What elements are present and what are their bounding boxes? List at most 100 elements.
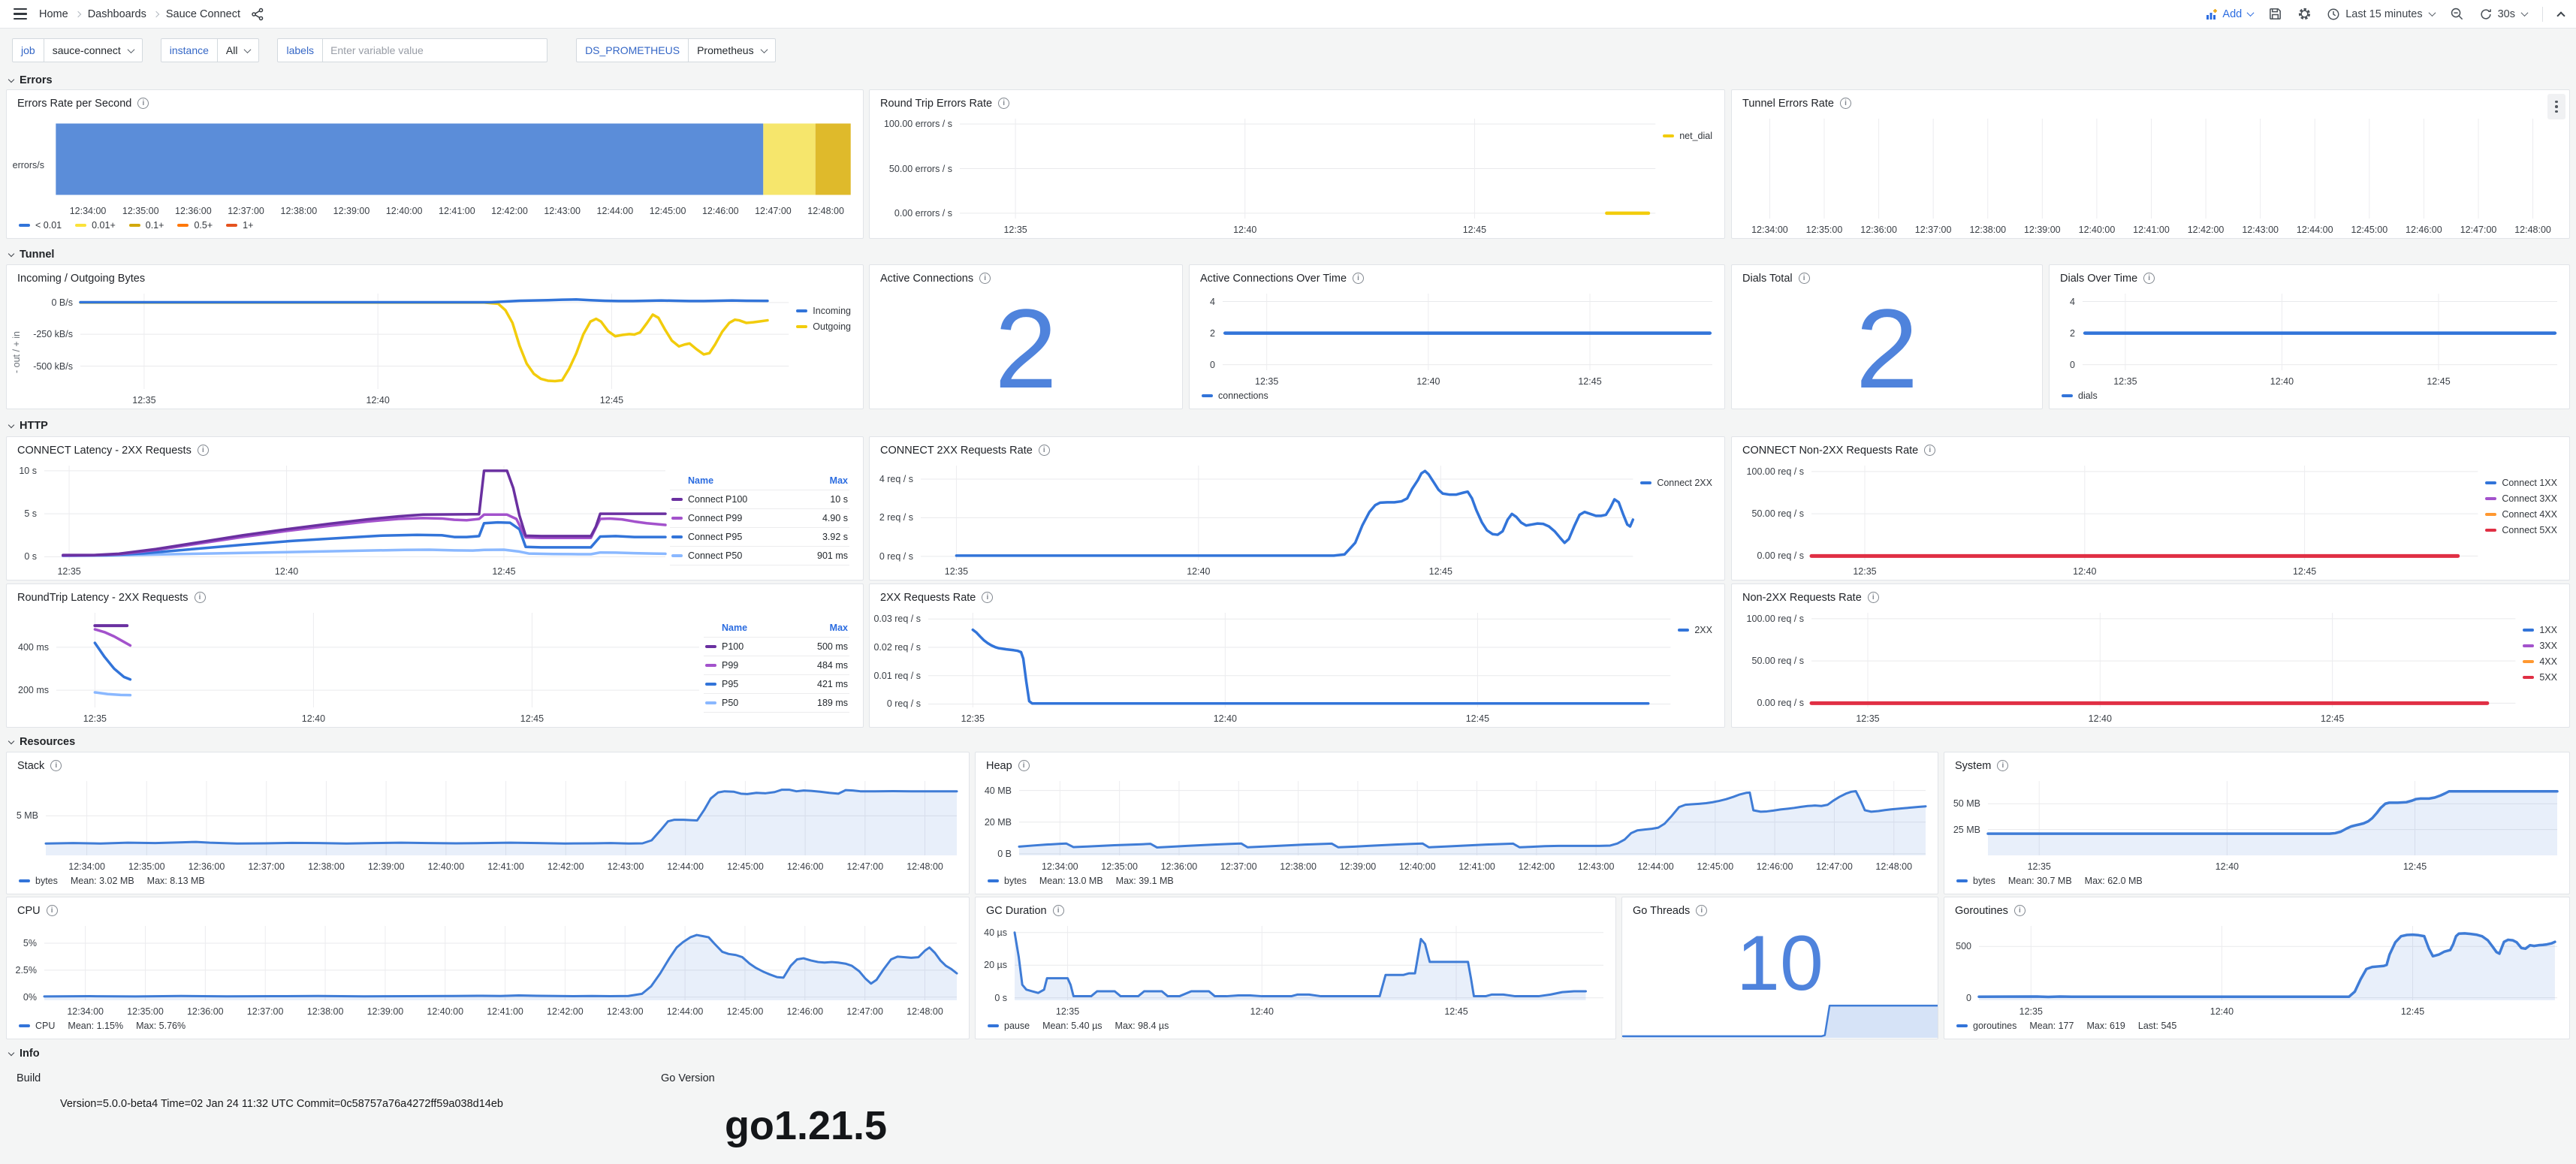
legend-item[interactable]: Connect 4XX: [2485, 509, 2557, 520]
panel-menu-icon[interactable]: [2547, 94, 2565, 119]
panel-title[interactable]: GC Duration: [986, 905, 1047, 917]
info-icon[interactable]: [998, 98, 1009, 109]
panel-header[interactable]: Build: [6, 1065, 644, 1087]
variable-job-select[interactable]: sauce-connect: [44, 38, 143, 62]
panel-header[interactable]: Heap: [976, 752, 1938, 775]
panel-header[interactable]: Go Version: [650, 1065, 961, 1087]
info-icon[interactable]: [1053, 905, 1064, 916]
panel-header[interactable]: CPU: [7, 897, 969, 920]
chart-canvas[interactable]: 40 µs20 µs0 s12:3512:4012:45: [977, 920, 1614, 1018]
info-icon[interactable]: [979, 273, 991, 284]
panel-header[interactable]: Dials Over Time: [2050, 265, 2569, 288]
legend-item[interactable]: 4XX: [2523, 656, 2557, 667]
panel-header[interactable]: Goroutines: [1944, 897, 2569, 920]
legend-item[interactable]: 1XX: [2523, 625, 2557, 635]
info-icon[interactable]: [1840, 98, 1851, 109]
legend-item[interactable]: 0.1+: [129, 220, 164, 231]
panel-header[interactable]: Active Connections Over Time: [1190, 265, 1724, 288]
chart-canvas[interactable]: 10 s5 s0 s12:3512:4012:45: [8, 460, 670, 578]
chart-canvas[interactable]: 0 B/s-250 kB/s-500 kB/s12:3512:4012:45- …: [8, 288, 793, 407]
gear-icon[interactable]: [2297, 7, 2312, 21]
chart-canvas[interactable]: 40 MB20 MB0 B12:34:0012:35:0012:36:0012:…: [977, 775, 1936, 873]
legend-column-header[interactable]: Name: [671, 475, 713, 486]
info-icon[interactable]: [1696, 905, 1707, 916]
legend-item[interactable]: dials: [2062, 391, 2098, 401]
panel-title[interactable]: CPU: [17, 905, 41, 917]
legend-column-header[interactable]: Max: [830, 475, 848, 486]
legend-item[interactable]: 1+: [226, 220, 253, 231]
legend-item[interactable]: Connect 1XX: [2485, 478, 2557, 488]
legend-item[interactable]: P50189 ms: [704, 694, 849, 713]
info-icon[interactable]: [47, 905, 58, 916]
legend-item[interactable]: connections: [1202, 391, 1268, 401]
chart-dials[interactable]: 42012:3512:4012:45 dials: [2050, 288, 2569, 409]
panel-title[interactable]: Goroutines: [1955, 905, 2008, 917]
panel-title[interactable]: Dials Total: [1742, 273, 1793, 285]
chart-gc-duration[interactable]: 40 µs20 µs0 s12:3512:4012:45 pauseMean: 5…: [976, 920, 1615, 1039]
chart-connect-non2xx[interactable]: 100.00 req / s50.00 req / s0.00 req / s1…: [1732, 460, 2569, 580]
info-icon[interactable]: [1018, 760, 1030, 771]
legend-item[interactable]: pauseMean: 5.40 µsMax: 98.4 µs: [988, 1021, 1169, 1031]
panel-title[interactable]: Stack: [17, 760, 44, 772]
panel-header[interactable]: Errors Rate per Second: [7, 90, 863, 113]
chart-roundtrip-latency[interactable]: 400 ms200 ms12:3512:4012:45NameMaxP10050…: [7, 607, 863, 727]
legend-item[interactable]: P100500 ms: [704, 638, 849, 656]
refresh-picker[interactable]: 30s: [2479, 8, 2527, 21]
chart-goroutines[interactable]: 500012:3512:4012:45 goroutinesMean: 177Ma…: [1944, 920, 2569, 1039]
panel-header[interactable]: RoundTrip Latency - 2XX Requests: [7, 584, 863, 607]
panel-title[interactable]: CONNECT 2XX Requests Rate: [880, 445, 1033, 457]
info-icon[interactable]: [1799, 273, 1810, 284]
panel-header[interactable]: GC Duration: [976, 897, 1615, 920]
chart-heap[interactable]: 40 MB20 MB0 B12:34:0012:35:0012:36:0012:…: [976, 775, 1938, 894]
panel-header[interactable]: CONNECT 2XX Requests Rate: [870, 437, 1724, 460]
row-header-tunnel[interactable]: Tunnel: [9, 246, 54, 263]
add-button[interactable]: Add: [2206, 8, 2253, 20]
breadcrumb-dashboards[interactable]: Dashboards: [88, 8, 146, 20]
legend-item[interactable]: Connect 3XX: [2485, 493, 2557, 504]
chart-cpu[interactable]: 5%2.5%0%12:34:0012:35:0012:36:0012:37:00…: [7, 920, 969, 1039]
chart-system[interactable]: 50 MB25 MB12:3512:4012:45 bytesMean: 30.7…: [1944, 775, 2569, 894]
panel-header[interactable]: CONNECT Non-2XX Requests Rate: [1732, 437, 2569, 460]
share-icon[interactable]: [251, 8, 264, 21]
chart-connect-latency[interactable]: 10 s5 s0 s12:3512:4012:45Name Max Connect …: [7, 460, 863, 580]
legend-item[interactable]: CPUMean: 1.15%Max: 5.76%: [19, 1021, 186, 1031]
info-icon[interactable]: [2143, 273, 2155, 284]
legend-item[interactable]: goroutinesMean: 177Max: 619Last: 545: [1956, 1021, 2176, 1031]
legend-item[interactable]: bytesMean: 30.7 MBMax: 62.0 MB: [1956, 876, 2143, 886]
info-icon[interactable]: [1353, 273, 1364, 284]
chart-canvas[interactable]: 50 MB25 MB12:3512:4012:45: [1946, 775, 2568, 873]
row-header-errors[interactable]: Errors: [9, 72, 53, 89]
info-icon[interactable]: [982, 592, 993, 603]
info-icon[interactable]: [1924, 445, 1935, 456]
panel-header[interactable]: 2XX Requests Rate: [870, 584, 1724, 607]
chart-round-trip-errors[interactable]: 100.00 errors / s50.00 errors / s0.00 er…: [870, 113, 1724, 238]
info-icon[interactable]: [1868, 592, 1879, 603]
panel-title[interactable]: RoundTrip Latency - 2XX Requests: [17, 592, 189, 604]
panel-title[interactable]: Non-2XX Requests Rate: [1742, 592, 1862, 604]
panel-header[interactable]: Round Trip Errors Rate: [870, 90, 1724, 113]
chart-incoming-outgoing[interactable]: 0 B/s-250 kB/s-500 kB/s12:3512:4012:45- …: [7, 288, 863, 409]
legend-item[interactable]: net_dial: [1663, 131, 1712, 141]
legend-item[interactable]: Connect 2XX: [1640, 478, 1712, 488]
legend-item[interactable]: Connect P953.92 s: [670, 528, 849, 547]
chart-canvas[interactable]: 500012:3512:4012:45: [1946, 920, 2568, 1018]
chart-canvas[interactable]: 42012:3512:4012:45: [2051, 288, 2568, 388]
chart-canvas[interactable]: 100.00 req / s50.00 req / s0.00 req / s1…: [1733, 607, 2520, 725]
chart-canvas[interactable]: 4 req / s2 req / s0 req / s12:3512:4012:…: [871, 460, 1637, 578]
panel-title[interactable]: Incoming / Outgoing Bytes: [17, 273, 145, 285]
info-icon[interactable]: [195, 592, 206, 603]
legend-column-header[interactable]: Name: [705, 623, 747, 633]
zoom-out-icon[interactable]: [2450, 7, 2464, 21]
legend-item[interactable]: 0.01+: [75, 220, 116, 231]
legend-item[interactable]: bytesMean: 3.02 MBMax: 8.13 MB: [19, 876, 205, 886]
panel-title[interactable]: 2XX Requests Rate: [880, 592, 976, 604]
panel-header[interactable]: Non-2XX Requests Rate: [1732, 584, 2569, 607]
chart-canvas[interactable]: 42012:3512:4012:45: [1191, 288, 1723, 388]
legend-item[interactable]: 5XX: [2523, 672, 2557, 683]
breadcrumb-home[interactable]: Home: [39, 8, 68, 20]
variable-datasource-select[interactable]: Prometheus: [688, 38, 775, 62]
legend-item[interactable]: 3XX: [2523, 641, 2557, 651]
chart-canvas[interactable]: 5%2.5%0%12:34:0012:35:0012:36:0012:37:00…: [8, 920, 967, 1018]
chart-canvas[interactable]: 5 MB12:34:0012:35:0012:36:0012:37:0012:3…: [8, 775, 967, 873]
panel-header[interactable]: Tunnel Errors Rate: [1732, 90, 2569, 113]
